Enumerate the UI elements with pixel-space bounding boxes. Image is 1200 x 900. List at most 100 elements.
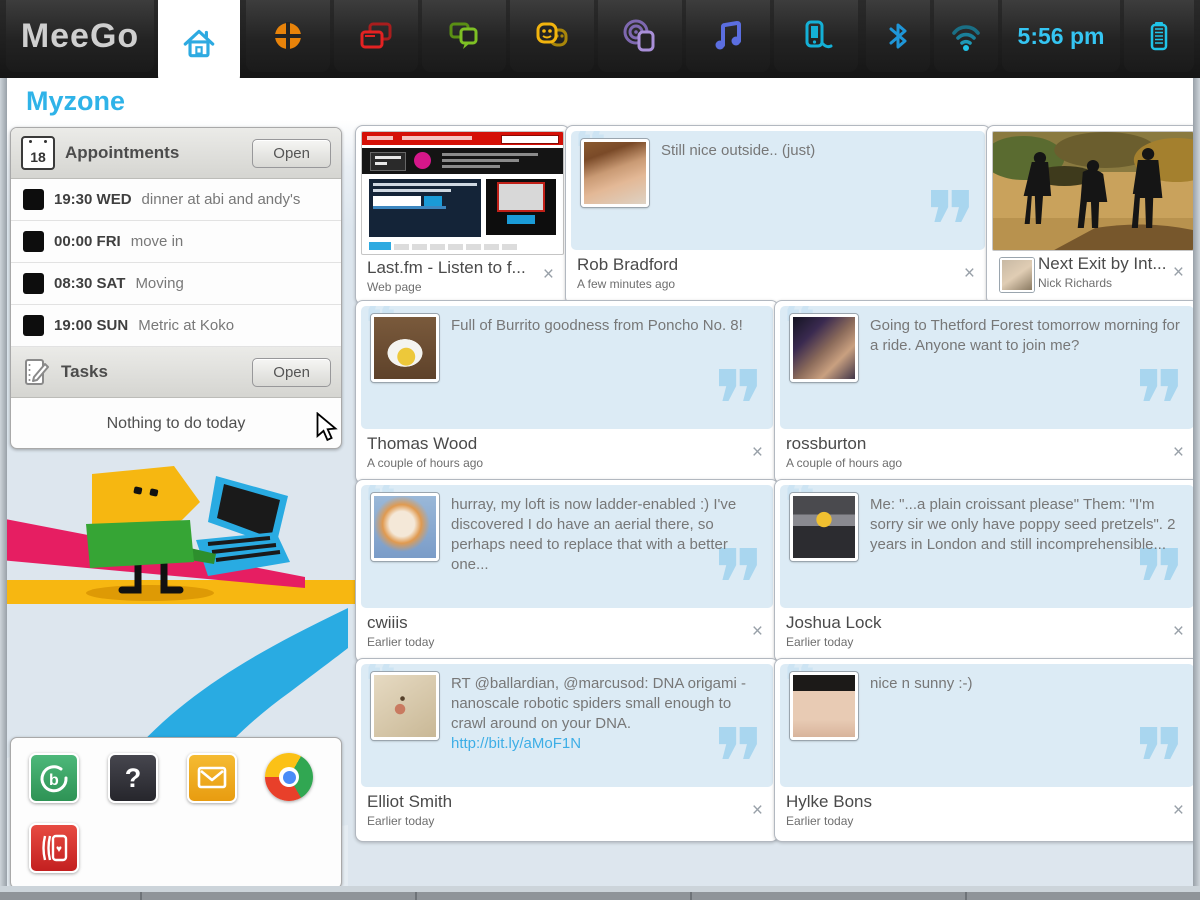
avatar: [581, 139, 649, 207]
zones-icon: [357, 18, 395, 54]
music-note-icon: [709, 17, 747, 55]
timestamp: Earlier today: [367, 635, 767, 649]
status-bubble: ❝ Going to Thetford Forest tomorrow morn…: [780, 306, 1194, 429]
people-icon: [533, 18, 571, 54]
clock[interactable]: 5:56 pm: [1002, 0, 1120, 72]
page-title: Myzone: [26, 86, 125, 117]
webpage-type-label: Web page: [367, 280, 558, 294]
status-card[interactable]: ❝ Still nice outside.. (just) ❞ Rob Brad…: [565, 125, 991, 305]
app-shortcuts-panel: b ? ♥: [10, 737, 342, 889]
author-name: cwiiis: [367, 613, 767, 633]
banshee-icon: b: [37, 761, 71, 795]
shortcut-help[interactable]: ?: [108, 753, 158, 803]
appointment-checkbox[interactable]: [23, 315, 44, 336]
appointment-checkbox[interactable]: [23, 189, 44, 210]
media-author: Nick Richards: [1038, 276, 1188, 290]
tab-people[interactable]: [510, 0, 594, 72]
window-scrollbar-edge[interactable]: [1193, 78, 1200, 892]
webpage-card-footer: Last.fm - Listen to f... Web page ×: [361, 255, 564, 298]
appointment-row[interactable]: 00:00 FRI move in: [11, 221, 341, 263]
status-card[interactable]: ❝ Going to Thetford Forest tomorrow morn…: [774, 300, 1200, 484]
window-left-edge: [0, 78, 7, 892]
tasks-open-button[interactable]: Open: [252, 358, 331, 387]
meego-mascot: [78, 462, 298, 604]
appointments-header: 18 Appointments Open: [11, 128, 341, 179]
shortcut-banshee[interactable]: b: [29, 753, 79, 803]
timestamp: A couple of hours ago: [786, 456, 1188, 470]
close-icon[interactable]: ×: [964, 264, 975, 283]
appointment-row[interactable]: 08:30 SAT Moving: [11, 263, 341, 305]
tasks-clipboard-icon: [21, 357, 51, 387]
timestamp: Earlier today: [367, 814, 767, 828]
appointment-day: FRI: [97, 233, 121, 250]
wifi-indicator[interactable]: [934, 0, 998, 72]
appointment-checkbox[interactable]: [23, 231, 44, 252]
tab-status[interactable]: [422, 0, 506, 72]
close-quote-icon: ❞: [713, 359, 765, 429]
status-message: RT @ballardian, @marcusod: DNA origami -…: [451, 672, 763, 754]
battery-indicator[interactable]: [1124, 0, 1194, 72]
close-icon[interactable]: ×: [752, 443, 763, 462]
appointment-text: Metric at Koko: [138, 317, 234, 334]
avatar: [371, 314, 439, 382]
status-card[interactable]: ❝ nice n sunny :-) ❞ Hylke Bons Earlier …: [774, 658, 1200, 842]
status-card[interactable]: ❝ hurray, my loft is now ladder-enabled …: [355, 479, 779, 663]
media-title: Next Exit by Int...: [1038, 254, 1188, 274]
appointment-time: 00:00: [54, 233, 92, 250]
shortcut-chrome[interactable]: [265, 753, 313, 801]
webpage-card[interactable]: Last.fm - Listen to f... Web page ×: [355, 125, 570, 305]
status-card[interactable]: ❝ Me: "...a plain croissant please" Them…: [774, 479, 1200, 663]
appointment-text: Moving: [135, 275, 183, 292]
appointment-day: SAT: [97, 275, 126, 292]
close-icon[interactable]: ×: [1173, 801, 1184, 820]
close-icon[interactable]: ×: [1173, 622, 1184, 641]
author-name: Joshua Lock: [786, 613, 1188, 633]
status-card[interactable]: ❝ RT @ballardian, @marcusod: DNA origami…: [355, 658, 779, 842]
status-footer: Joshua Lock Earlier today ×: [780, 608, 1194, 657]
internet-icon: [621, 17, 659, 55]
shortcut-games[interactable]: ♥: [29, 823, 79, 873]
status-bubble: ❝ RT @ballardian, @marcusod: DNA origami…: [361, 664, 773, 787]
appointment-row[interactable]: 19:30 WED dinner at abi and andy's: [11, 179, 341, 221]
status-message: nice n sunny :-): [870, 672, 973, 694]
appointment-row[interactable]: 19:00 SUN Metric at Koko: [11, 305, 341, 347]
status-bubble: ❝ nice n sunny :-) ❞: [780, 664, 1194, 787]
svg-text:♥: ♥: [56, 844, 62, 855]
author-name: Thomas Wood: [367, 434, 767, 454]
status-link[interactable]: http://bit.ly/aMoF1N: [451, 735, 581, 752]
close-icon[interactable]: ×: [1173, 263, 1184, 282]
bottom-strip: [0, 892, 1200, 900]
appointment-text: move in: [131, 233, 184, 250]
close-icon[interactable]: ×: [543, 265, 554, 284]
webpage-title: Last.fm - Listen to f...: [367, 258, 558, 278]
status-message: hurray, my loft is now ladder-enabled :)…: [451, 493, 763, 575]
status-footer: Hylke Bons Earlier today ×: [780, 787, 1194, 836]
bluetooth-indicator[interactable]: [866, 0, 930, 72]
close-icon[interactable]: ×: [752, 801, 763, 820]
status-bubble: ❝ Full of Burrito goodness from Poncho N…: [361, 306, 773, 429]
mouse-cursor: [316, 412, 340, 442]
tab-devices[interactable]: [774, 0, 858, 72]
close-icon[interactable]: ×: [752, 622, 763, 641]
status-message: Going to Thetford Forest tomorrow mornin…: [870, 314, 1184, 356]
tab-media[interactable]: [686, 0, 770, 72]
appointment-checkbox[interactable]: [23, 273, 44, 294]
tab-zones[interactable]: [334, 0, 418, 72]
author-name: Hylke Bons: [786, 792, 1188, 812]
tab-applications[interactable]: [246, 0, 330, 72]
chrome-icon: [279, 767, 299, 787]
tab-internet[interactable]: [598, 0, 682, 72]
status-card[interactable]: ❝ Full of Burrito goodness from Poncho N…: [355, 300, 779, 484]
appointments-open-button[interactable]: Open: [252, 139, 331, 168]
webpage-thumbnail: [361, 131, 564, 255]
status-bubble: ❝ Still nice outside.. (just) ❞: [571, 131, 985, 250]
close-icon[interactable]: ×: [1173, 443, 1184, 462]
media-card[interactable]: Next Exit by Int... Nick Richards ×: [986, 125, 1200, 305]
appointment-text: dinner at abi and andy's: [142, 191, 301, 208]
calendar-day: 18: [30, 148, 46, 168]
status-message: Still nice outside.. (just): [661, 139, 815, 161]
shortcut-email[interactable]: [187, 753, 237, 803]
close-quote-icon: ❞: [1134, 359, 1186, 429]
status-message: Full of Burrito goodness from Poncho No.…: [451, 314, 743, 336]
tab-myzone[interactable]: [158, 0, 240, 86]
